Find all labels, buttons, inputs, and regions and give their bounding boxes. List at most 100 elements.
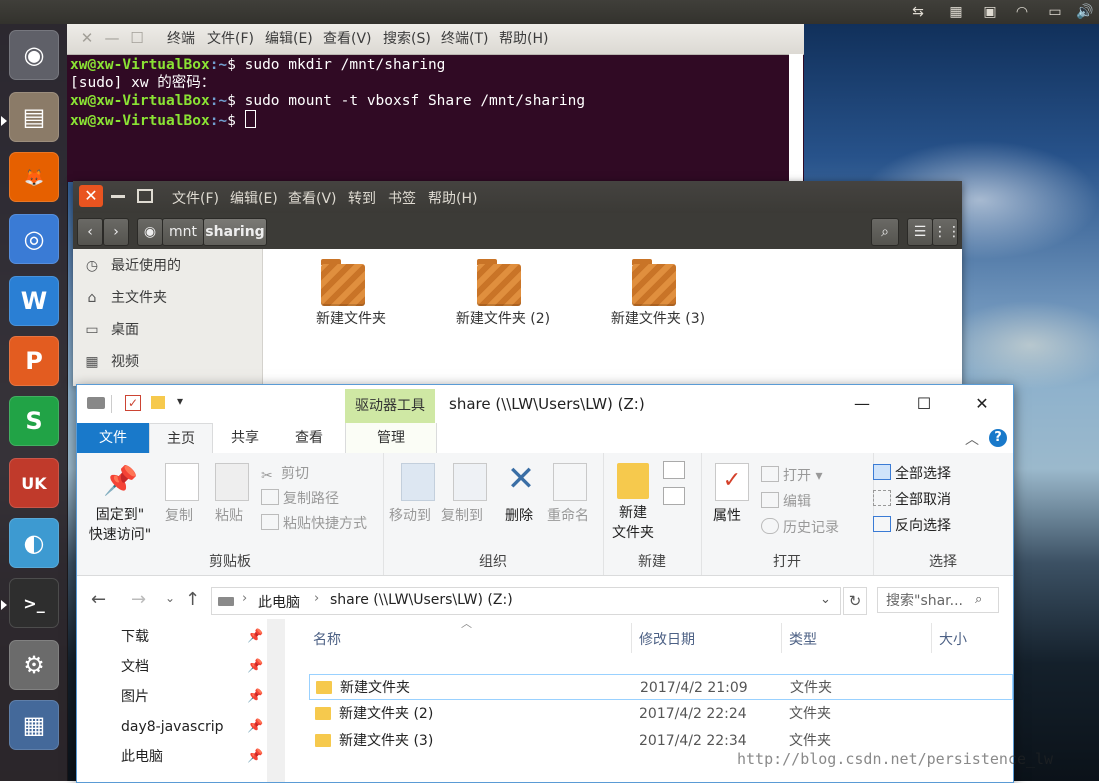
launcher-chromium-icon[interactable]: ◎ xyxy=(9,214,59,264)
launcher-terminal-icon[interactable]: >_ xyxy=(9,578,59,628)
folder-item[interactable]: 新建文件夹 (3) xyxy=(603,259,713,331)
maximize-icon[interactable] xyxy=(137,189,153,203)
terminal-window[interactable]: ✕ — ☐ 终端 文件(F) 编辑(E) 查看(V) 搜索(S) 终端(T) 帮… xyxy=(67,24,804,182)
column-divider[interactable] xyxy=(631,623,632,653)
terminal-menu-help[interactable]: 帮助(H) xyxy=(499,31,548,47)
rename-button[interactable]: 重命名 xyxy=(547,505,589,525)
cut-button[interactable]: ✂ 剪切 xyxy=(261,463,309,484)
sidebar-item-home[interactable]: ⌂ 主文件夹 xyxy=(83,287,167,309)
copy-to-button[interactable]: 复制到 xyxy=(441,505,483,525)
tab-manage[interactable]: 管理 xyxy=(345,423,437,453)
column-divider[interactable] xyxy=(931,623,932,653)
launcher-wps-presentation-icon[interactable]: P xyxy=(9,336,59,386)
paste-button[interactable]: 粘贴 xyxy=(215,505,243,525)
copy-path-button[interactable]: 复制路径 xyxy=(261,488,339,508)
paste-shortcut-button[interactable]: 粘贴快捷方式 xyxy=(261,513,367,533)
up-arrow-icon[interactable]: ↑ xyxy=(185,589,200,610)
column-header-size[interactable]: 大小 xyxy=(939,629,967,649)
close-icon[interactable]: ✕ xyxy=(79,185,103,207)
sidebar-item-videos[interactable]: ▦ 视频 xyxy=(83,351,139,373)
minimize-icon[interactable]: — xyxy=(839,391,885,417)
path-segment-sharing[interactable]: sharing xyxy=(203,218,267,246)
nav-item-documents[interactable]: 文档 xyxy=(121,653,249,681)
nav-item-this-pc[interactable]: 此电脑 xyxy=(121,743,249,771)
nav-item-day8[interactable]: day8-javascrip xyxy=(121,713,249,741)
move-to-button[interactable]: 移动到 xyxy=(389,505,431,525)
nav-item-pictures[interactable]: 图片 xyxy=(121,683,249,711)
fm-menu-edit[interactable]: 编辑(E) xyxy=(230,188,278,208)
terminal-scrollbar[interactable] xyxy=(789,54,803,182)
properties-button[interactable]: 属性 xyxy=(713,505,741,525)
list-view-icon[interactable]: ☰ xyxy=(907,218,933,246)
open-button[interactable]: 打开 ▾ xyxy=(761,465,822,485)
sidebar-item-recent[interactable]: ◷ 最近使用的 xyxy=(83,255,181,277)
recent-locations-icon[interactable]: ⌄ xyxy=(165,591,175,605)
tab-file[interactable]: 文件 xyxy=(77,423,149,453)
terminal-menu-search[interactable]: 搜索(S) xyxy=(383,31,431,47)
properties-quick-icon[interactable]: ✓ xyxy=(125,395,141,411)
table-row[interactable]: 新建文件夹 (2) 2017/4/2 22:24 文件夹 xyxy=(309,701,1013,727)
keyboard-layout-icon[interactable]: ⇆ xyxy=(906,3,930,21)
fm-menu-go[interactable]: 转到 xyxy=(348,188,376,208)
fm-menu-view[interactable]: 查看(V) xyxy=(288,188,337,208)
close-icon[interactable]: ✕ xyxy=(79,30,95,46)
launcher-ubuntu-dash-icon[interactable]: ◉ xyxy=(9,30,59,80)
select-none-button[interactable]: 全部取消 xyxy=(873,489,951,509)
launcher-wps-writer-icon[interactable]: W xyxy=(9,276,59,326)
select-all-button[interactable]: 全部选择 xyxy=(873,463,951,483)
wifi-icon[interactable]: ◠ xyxy=(1010,3,1034,21)
easy-access-icon[interactable] xyxy=(663,487,685,505)
input-method-icon[interactable]: ▦ xyxy=(944,3,968,21)
nav-item-downloads[interactable]: 下载 xyxy=(121,623,249,651)
history-button[interactable]: 历史记录 xyxy=(761,517,839,537)
column-header-name[interactable]: 名称 xyxy=(313,629,341,649)
tab-view[interactable]: 查看 xyxy=(283,423,335,453)
sidebar-item-desktop[interactable]: ▭ 桌面 xyxy=(83,319,139,341)
copy-button[interactable]: 复制 xyxy=(165,505,193,525)
search-icon[interactable]: ⌕ xyxy=(975,592,982,607)
terminal-menu-terminal[interactable]: 终端(T) xyxy=(441,31,488,47)
launcher-files-icon[interactable]: ▤ xyxy=(9,92,59,142)
launcher-wps-spreadsheet-icon[interactable]: S xyxy=(9,396,59,446)
pin-quick-access-button[interactable]: 固定到" 快速访问" xyxy=(85,505,155,545)
folder-item[interactable]: 新建文件夹 xyxy=(307,259,395,331)
pin-icon[interactable]: 📌 xyxy=(247,653,263,681)
pin-icon[interactable]: 📌 xyxy=(247,683,263,711)
chevron-down-icon[interactable]: ⌄ xyxy=(820,592,831,607)
breadcrumb-share[interactable]: share (\\LW\Users\LW) (Z:) xyxy=(330,592,513,608)
launcher-system-settings-icon[interactable]: ⚙ xyxy=(9,640,59,690)
volume-icon[interactable]: 🔊 xyxy=(1074,3,1096,21)
table-row[interactable]: 新建文件夹 2017/4/2 21:09 文件夹 xyxy=(309,674,1013,700)
breadcrumb-this-pc[interactable]: 此电脑 xyxy=(258,592,300,612)
file-manager-window[interactable]: ✕ 文件(F) 编辑(E) 查看(V) 转到 书签 帮助(H) ‹ › ◉ mn… xyxy=(73,181,962,386)
battery-icon[interactable]: ▭ xyxy=(1042,3,1068,21)
maximize-icon[interactable]: ☐ xyxy=(901,391,947,417)
forward-arrow-icon[interactable]: → xyxy=(131,589,146,610)
maximize-icon[interactable]: ☐ xyxy=(129,30,145,46)
launcher-ubuntu-software-icon[interactable]: UK xyxy=(9,458,59,508)
help-icon[interactable]: ? xyxy=(989,429,1007,447)
refresh-icon[interactable]: ↻ xyxy=(843,587,867,615)
launcher-workspace-switcher-icon[interactable]: ▦ xyxy=(9,700,59,750)
invert-selection-button[interactable]: 反向选择 xyxy=(873,515,951,535)
edit-button[interactable]: 编辑 xyxy=(761,491,811,511)
search-icon[interactable]: ⌕ xyxy=(871,218,899,246)
tab-home[interactable]: 主页 xyxy=(149,423,213,455)
fm-menu-bookmarks[interactable]: 书签 xyxy=(388,188,416,208)
collapse-ribbon-icon[interactable]: ︿ xyxy=(965,429,979,449)
launcher-remmina-icon[interactable]: ◐ xyxy=(9,518,59,568)
path-segment-mnt[interactable]: mnt xyxy=(162,218,204,246)
calendar-icon[interactable]: ▣ xyxy=(978,3,1002,21)
column-header-date[interactable]: 修改日期 xyxy=(639,629,695,649)
pin-icon[interactable]: 📌 xyxy=(247,743,263,771)
address-bar[interactable]: › 此电脑 › share (\\LW\Users\LW) (Z:) ⌄ xyxy=(211,587,841,615)
column-divider[interactable] xyxy=(781,623,782,653)
delete-button[interactable]: 删除 xyxy=(505,505,533,525)
new-folder-quick-icon[interactable] xyxy=(151,396,165,409)
tab-share[interactable]: 共享 xyxy=(219,423,271,453)
launcher-firefox-icon[interactable]: 🦊 xyxy=(9,152,59,202)
fm-menu-help[interactable]: 帮助(H) xyxy=(428,188,477,208)
back-button[interactable]: ‹ xyxy=(77,218,103,246)
column-header-type[interactable]: 类型 xyxy=(789,629,817,649)
quick-access-dropdown-icon[interactable]: ▾ xyxy=(177,394,183,408)
